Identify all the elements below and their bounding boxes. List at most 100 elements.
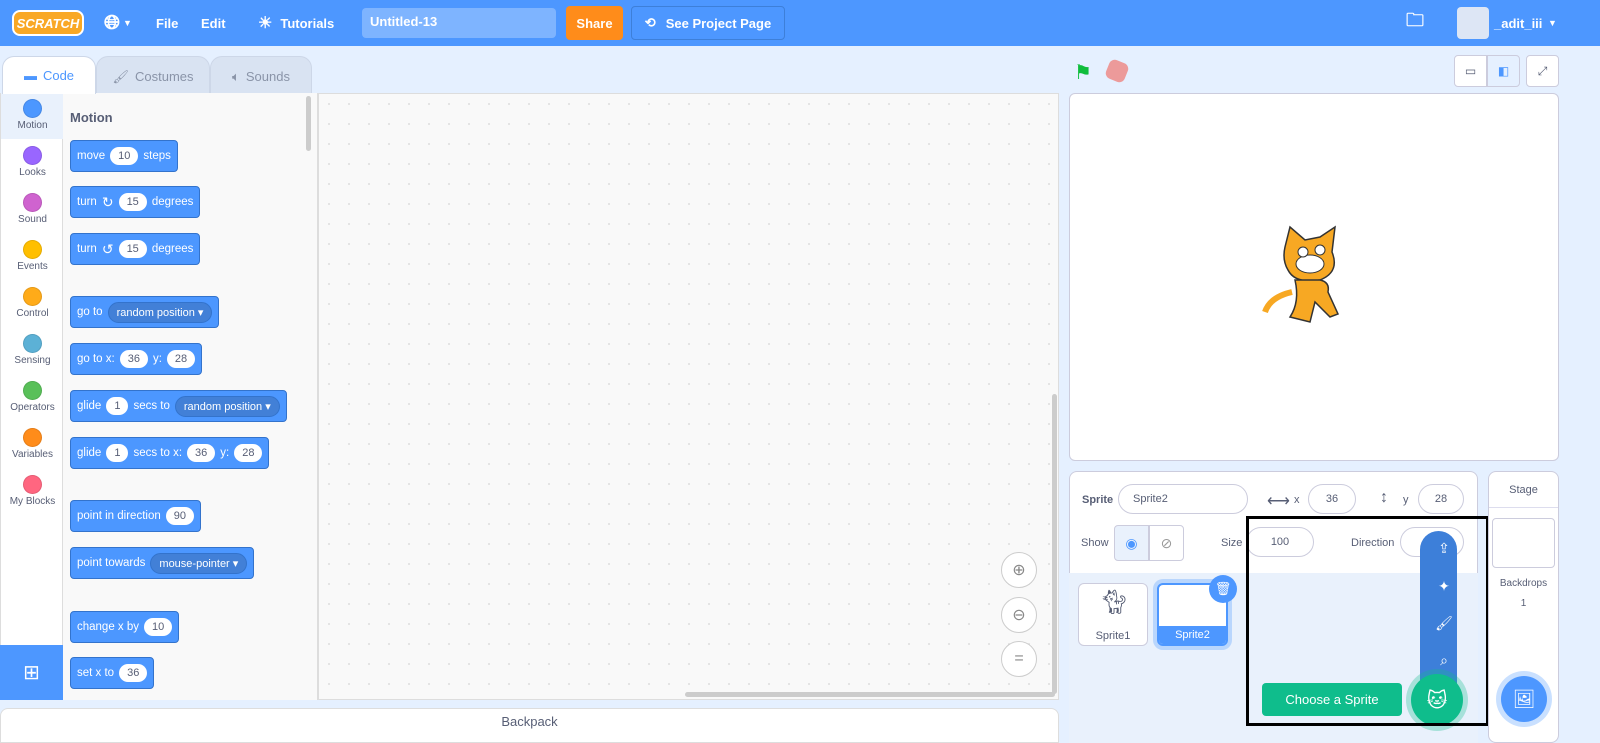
block-number-input[interactable]: 28 xyxy=(234,444,263,462)
category-looks[interactable]: Looks xyxy=(1,140,64,186)
language-menu[interactable]: 🌐︎ ▼ xyxy=(104,0,132,46)
delete-sprite-button[interactable]: 🗑︎ xyxy=(1209,575,1237,603)
block-number-input[interactable]: 36 xyxy=(119,350,148,368)
block-dropdown[interactable]: mouse-pointer ▾ xyxy=(150,552,248,574)
hide-sprite-button[interactable]: ⊘ xyxy=(1149,525,1184,561)
x-input[interactable]: 36 xyxy=(1308,484,1356,514)
tab-code[interactable]: ▬ Code xyxy=(2,56,96,94)
edit-menu[interactable]: Edit xyxy=(201,0,226,46)
block-text: degrees xyxy=(151,243,194,255)
palette-scrollbar[interactable] xyxy=(306,96,311,151)
point-in-direction-block[interactable]: point in direction 90 xyxy=(70,500,201,532)
block-text: y: xyxy=(152,353,162,365)
large-stage-button[interactable]: ◧ xyxy=(1487,55,1520,87)
glide-xy-block[interactable]: glide 1 secs to x: 36 y: 28 xyxy=(70,437,270,469)
category-color-icon xyxy=(23,146,42,165)
category-label: Looks xyxy=(19,167,46,178)
sprite-name: Sprite2 xyxy=(1159,626,1226,644)
fullscreen-button[interactable]: ⤢ xyxy=(1526,55,1559,87)
category-operators[interactable]: Operators xyxy=(1,375,64,421)
block-text: turn xyxy=(77,196,97,208)
category-events[interactable]: Events xyxy=(1,234,64,280)
block-number-input[interactable]: 36 xyxy=(119,664,148,682)
category-sensing[interactable]: Sensing xyxy=(1,328,64,374)
block-number-input[interactable]: 90 xyxy=(165,507,194,525)
block-number-input[interactable]: 36 xyxy=(187,444,216,462)
rotate-right-icon: ↻ xyxy=(101,193,114,210)
stop-icon[interactable] xyxy=(1103,57,1131,85)
small-stage-button[interactable]: ▭ xyxy=(1454,55,1487,87)
scratch-logo[interactable]: SCRATCH xyxy=(12,10,84,36)
block-text: y: xyxy=(220,447,230,459)
tab-sounds[interactable]: 🔈︎ Sounds xyxy=(210,56,312,96)
block-text: move xyxy=(77,150,106,162)
script-workspace[interactable] xyxy=(318,93,1059,700)
block-number-input[interactable]: 28 xyxy=(166,350,196,368)
category-sound[interactable]: Sound xyxy=(1,187,64,233)
globe-icon: 🌐︎ xyxy=(104,11,120,34)
cat-sprite[interactable] xyxy=(1260,222,1370,332)
menu-bar: SCRATCH 🌐︎ ▼ File Edit ☀ Tutorials Untitle… xyxy=(0,0,1600,46)
block-number-input[interactable]: 10 xyxy=(110,147,139,165)
sprite-name-input[interactable]: Sprite2 xyxy=(1118,484,1248,514)
change-x-block[interactable]: change x by 10 xyxy=(70,611,180,643)
horizontal-scrollbar[interactable] xyxy=(685,692,1055,697)
dropdown-value: mouse-pointer xyxy=(159,557,230,570)
tab-costumes[interactable]: 🖌︎ Costumes xyxy=(96,56,210,96)
category-my-blocks[interactable]: My Blocks xyxy=(1,469,64,515)
avatar[interactable] xyxy=(1457,7,1489,39)
file-menu[interactable]: File xyxy=(156,0,178,46)
chevron-down-icon: ▼ xyxy=(123,18,132,28)
category-color-icon xyxy=(23,240,42,259)
block-number-input[interactable]: 15 xyxy=(118,193,147,211)
zoom-in-button[interactable]: ⊕ xyxy=(1001,552,1037,588)
turn-left-block[interactable]: turn ↺ 15 degrees xyxy=(70,233,201,265)
y-input[interactable]: 28 xyxy=(1418,484,1464,514)
backdrop-thumbnail[interactable] xyxy=(1492,518,1555,568)
go-to-block[interactable]: go to random position ▾ xyxy=(70,296,220,328)
set-x-block[interactable]: set x to 36 xyxy=(70,657,155,689)
folder-icon[interactable]: 🗀 xyxy=(1406,0,1424,46)
zoom-out-button[interactable]: ⊖ xyxy=(1001,597,1037,633)
category-color-icon xyxy=(23,475,42,494)
show-sprite-button[interactable]: ◉ xyxy=(1114,525,1149,561)
sprite-thumbnail-sprite1[interactable]: 🐈︎ Sprite1 xyxy=(1078,583,1148,646)
block-dropdown[interactable]: random position ▾ xyxy=(107,301,213,323)
turn-right-block[interactable]: turn ↻ 15 degrees xyxy=(70,186,201,218)
stage[interactable] xyxy=(1069,93,1559,461)
block-text: go to x: xyxy=(77,353,115,365)
zoom-reset-button[interactable]: = xyxy=(1001,641,1037,677)
cat-thumbnail-icon: 🐈︎ xyxy=(1099,589,1130,616)
tutorials-button[interactable]: ☀ Tutorials xyxy=(258,0,334,46)
backdrop-plus-icon: 🖼︎ xyxy=(1512,688,1536,709)
brush-icon: 🖌︎ xyxy=(112,68,129,84)
point-towards-block[interactable]: point towards mouse-pointer ▾ xyxy=(70,547,255,579)
chevron-down-icon[interactable]: ▼ xyxy=(1548,0,1557,46)
category-color-icon xyxy=(23,428,42,447)
block-number-input[interactable]: 10 xyxy=(144,618,173,636)
glide-block[interactable]: glide 1 secs to random position ▾ xyxy=(70,390,287,422)
category-motion[interactable]: Motion xyxy=(1,93,64,139)
add-extension-button[interactable]: ⊞ xyxy=(0,645,63,700)
rotate-left-icon: ↺ xyxy=(101,240,114,257)
block-dropdown[interactable]: random position ▾ xyxy=(174,395,280,417)
username[interactable]: _adit_iii xyxy=(1494,0,1542,46)
project-title-input[interactable]: Untitled-13 xyxy=(362,8,556,38)
choose-backdrop-button[interactable]: 🖼︎ xyxy=(1501,676,1547,722)
backpack[interactable]: Backpack xyxy=(0,708,1059,743)
move-block[interactable]: move 10 steps xyxy=(70,140,178,172)
share-button[interactable]: Share xyxy=(566,6,623,40)
tab-label: Code xyxy=(42,68,75,83)
category-variables[interactable]: Variables xyxy=(1,422,64,468)
block-number-input[interactable]: 1 xyxy=(106,397,129,415)
green-flag-icon[interactable]: ⚑ xyxy=(1074,60,1092,85)
see-project-page-button[interactable]: ⟲ See Project Page xyxy=(631,6,785,40)
vertical-scrollbar[interactable] xyxy=(1052,394,1057,694)
dropdown-value: random position xyxy=(116,306,195,319)
go-to-xy-block[interactable]: go to x: 36 y: 28 xyxy=(70,343,203,375)
block-number-input[interactable]: 15 xyxy=(118,240,147,258)
category-control[interactable]: Control xyxy=(1,281,64,327)
x-arrows-icon: ⟷ xyxy=(1267,493,1290,510)
speaker-icon: 🔈︎ xyxy=(232,68,240,84)
block-number-input[interactable]: 1 xyxy=(106,444,129,462)
